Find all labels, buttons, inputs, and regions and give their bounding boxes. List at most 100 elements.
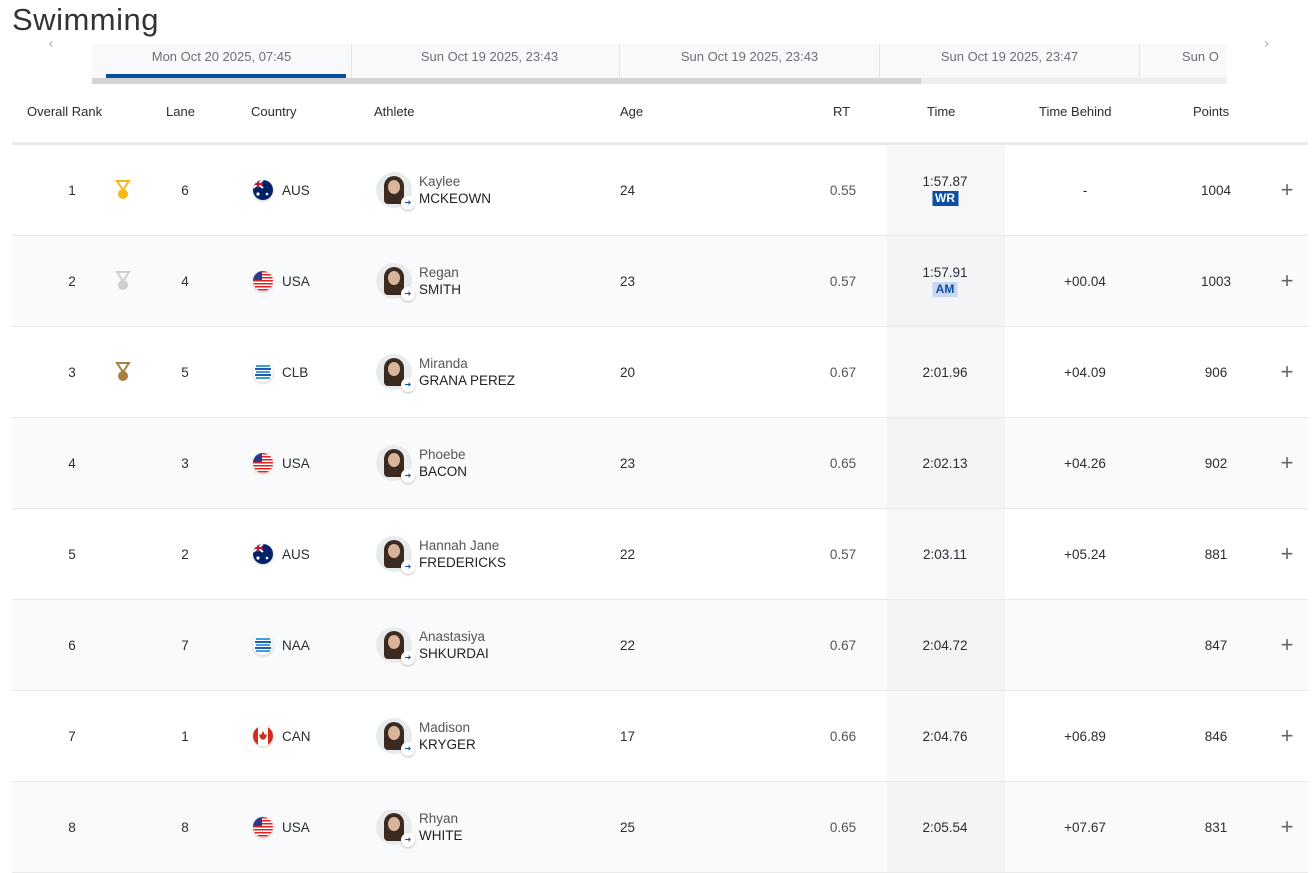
reaction-time: 0.55 [829,182,857,198]
athlete-link[interactable]: ➔ Kaylee MCKEOWN [376,145,491,235]
flag-icon [253,635,273,655]
time: 2:03.11 [922,546,968,562]
table-row[interactable]: 6 7 NAA ➔ Anastasiya SHKURDAI 22 0.67 2:04… [12,600,1308,691]
table-row[interactable]: 2 4 USA ➔ Regan SMITH 23 0.57 1:57.91 AM +0… [12,236,1308,327]
tab-heat-4[interactable]: Sun Oct 19 2025, 23:47 [880,44,1140,78]
age: 17 [620,728,636,744]
expand-plus-icon[interactable]: + [1281,236,1294,326]
lane: 3 [181,455,189,471]
header-points[interactable]: Points [1193,104,1229,119]
expand-plus-icon[interactable]: + [1281,327,1294,417]
athlete-last-name: BACON [419,464,468,479]
rank: 3 [68,364,76,380]
table-row[interactable]: 1 6 AUS ➔ Kaylee MCKEOWN 24 0.55 1:57.87 WR… [12,145,1308,236]
athlete-avatar[interactable]: ➔ [376,354,415,392]
athlete-link[interactable]: ➔ Miranda GRANA PEREZ [376,327,515,417]
header-time[interactable]: Time [927,104,955,119]
points: 902 [1204,455,1228,471]
header-country[interactable]: Country [251,104,297,119]
arrow-right-icon: ➔ [401,833,415,847]
reaction-time: 0.57 [829,546,857,562]
rank: 4 [68,455,76,471]
time-behind: +06.89 [1064,728,1106,744]
country-code: NAA [282,637,310,653]
lane: 7 [181,637,189,653]
country-code: CLB [282,364,309,380]
header-rank[interactable]: Overall Rank [27,104,102,119]
tab-heat-2[interactable]: Sun Oct 19 2025, 23:43 [360,44,620,78]
athlete-first-name: Hannah Jane [419,538,500,553]
flag-icon [253,453,273,473]
lane: 1 [181,728,189,744]
athlete-link[interactable]: ➔ Madison KRYGER [376,691,476,781]
age: 22 [620,637,636,653]
athlete-last-name: KRYGER [419,737,476,752]
table-row[interactable]: 7 1 CAN ➔ Madison KRYGER 17 0.66 2:04.76 +… [12,691,1308,782]
country: CLB [253,327,308,417]
header-athlete[interactable]: Athlete [374,104,414,119]
athlete-last-name: GRANA PEREZ [419,373,516,388]
table-row[interactable]: 4 3 USA ➔ Phoebe BACON 23 0.65 2:02.13 +04… [12,418,1308,509]
scrollbar-thumb[interactable] [92,78,921,84]
athlete-avatar[interactable]: ➔ [376,445,415,483]
flag-icon [253,180,273,200]
athlete-link[interactable]: ➔ Regan SMITH [376,236,461,326]
athlete-first-name: Phoebe [419,447,466,462]
time-behind: +00.04 [1064,273,1106,289]
age: 25 [620,819,636,835]
country-code: USA [282,273,310,289]
expand-plus-icon[interactable]: + [1281,691,1294,781]
bronze-medal-icon [115,362,131,381]
table-row[interactable]: 3 5 CLB ➔ Miranda GRANA PEREZ 20 0.67 2:01… [12,327,1308,418]
expand-plus-icon[interactable]: + [1281,600,1294,690]
athlete-last-name: SMITH [419,282,461,297]
expand-plus-icon[interactable]: + [1281,509,1294,599]
country: AUS [253,509,310,599]
time: 1:57.87 [922,174,968,189]
tabs-scrollbar[interactable] [92,78,1227,84]
athlete-avatar[interactable]: ➔ [376,263,415,301]
reaction-time: 0.67 [829,364,857,380]
athlete-avatar[interactable]: ➔ [376,536,415,574]
athlete-link[interactable]: ➔ Rhyan WHITE [376,782,463,872]
athlete-link[interactable]: ➔ Phoebe BACON [376,418,467,508]
expand-plus-icon[interactable]: + [1281,145,1294,235]
arrow-right-icon: ➔ [401,196,415,210]
athlete-link[interactable]: ➔ Anastasiya SHKURDAI [376,600,489,690]
header-age[interactable]: Age [620,104,643,119]
athlete-last-name: WHITE [419,828,463,843]
header-lane[interactable]: Lane [166,104,195,119]
tab-heat-3[interactable]: Sun Oct 19 2025, 23:43 [620,44,880,78]
time: 2:04.76 [922,728,968,744]
expand-plus-icon[interactable]: + [1281,782,1294,872]
athlete-first-name: Madison [419,720,471,735]
time-behind: - [1082,182,1088,198]
time: 2:01.96 [922,364,968,380]
reaction-time: 0.67 [829,637,857,653]
athlete-link[interactable]: ➔ Hannah Jane FREDERICKS [376,509,506,599]
tab-heat-5[interactable]: Sun O [1140,44,1227,78]
flag-icon [253,726,273,746]
header-rt[interactable]: RT [833,104,850,119]
athlete-first-name: Rhyan [419,811,459,826]
table-row[interactable]: 8 8 USA ➔ Rhyan WHITE 25 0.65 2:05.54 +07.… [12,782,1308,873]
tabs-prev-arrow-icon[interactable]: ‹ [48,36,54,52]
reaction-time: 0.57 [829,273,857,289]
athlete-avatar[interactable]: ➔ [376,809,415,847]
athlete-avatar[interactable]: ➔ [376,718,415,756]
gold-medal-icon [115,180,131,199]
expand-plus-icon[interactable]: + [1281,418,1294,508]
table-row[interactable]: 5 2 AUS ➔ Hannah Jane FREDERICKS 22 0.57 2… [12,509,1308,600]
arrow-right-icon: ➔ [401,742,415,756]
header-time-behind[interactable]: Time Behind [1039,104,1112,119]
lane: 6 [181,182,189,198]
tabs-next-arrow-icon[interactable]: › [1264,36,1270,52]
tab-heat-1[interactable]: Mon Oct 20 2025, 07:45 [92,44,352,78]
athlete-avatar[interactable]: ➔ [376,627,415,665]
rank: 1 [68,182,76,198]
athlete-avatar[interactable]: ➔ [376,172,415,210]
points: 1004 [1200,182,1232,198]
rank: 8 [68,819,76,835]
record-badge: AM [932,282,958,297]
lane: 4 [181,273,189,289]
